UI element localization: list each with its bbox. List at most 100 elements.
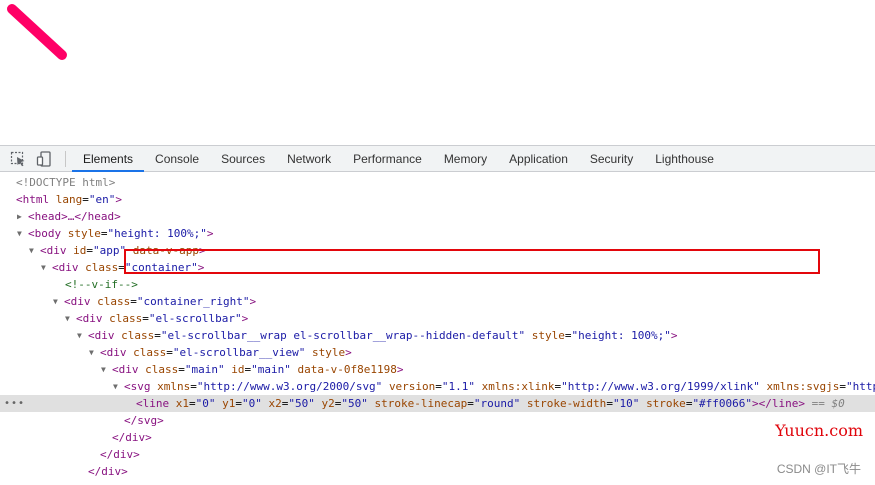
tab-application[interactable]: Application <box>498 146 579 172</box>
tab-console[interactable]: Console <box>144 146 210 172</box>
tag-div: <div <box>40 244 67 257</box>
attr-name: class <box>121 329 155 342</box>
attr-name: data-v-0f8e1198 <box>297 363 397 376</box>
collapse-triangle-icon[interactable]: ▼ <box>53 293 64 310</box>
devtools-tabbar: Elements Console Sources Network Performance… <box>0 145 875 172</box>
attr-name: class <box>85 261 119 274</box>
tag-line-close: ></line> <box>752 397 806 410</box>
attr-name: class <box>97 295 131 308</box>
attr-value: "el-scrollbar__view" <box>172 346 306 359</box>
dom-node-doctype[interactable]: <!DOCTYPE html> <box>0 174 875 191</box>
tag-svg: <svg <box>124 380 151 393</box>
expand-triangle-icon[interactable]: ▶ <box>17 208 28 225</box>
attr-name: lang <box>55 193 83 206</box>
dom-node-line-selected[interactable]: ••• <line x1="0" y1="0" x2="50" y2="50" … <box>0 395 875 412</box>
collapse-triangle-icon[interactable]: ▼ <box>77 327 88 344</box>
tag-div-close: </div> <box>112 431 152 444</box>
attr-name: x2 <box>268 397 282 410</box>
device-toolbar-icon[interactable] <box>36 151 52 167</box>
dom-node-container-right[interactable]: ▼ <div class="container_right"> <box>0 293 875 310</box>
devtools-panel: Elements Console Sources Network Performance… <box>0 145 875 485</box>
attr-value: "round" <box>473 397 521 410</box>
tag-line: <line <box>136 397 170 410</box>
dom-node-comment[interactable]: <!--v-if--> <box>0 276 875 293</box>
attr-value: "el-scrollbar__wrap el-scrollbar__wrap--… <box>160 329 526 342</box>
attr-name: stroke-linecap <box>374 397 468 410</box>
tag-head: <head>…</head> <box>28 210 121 223</box>
attr-value: "el-scrollbar" <box>148 312 242 325</box>
tab-performance[interactable]: Performance <box>342 146 433 172</box>
attr-value: "10" <box>612 397 640 410</box>
dom-node-head[interactable]: ▶ <head>…</head> <box>0 208 875 225</box>
collapse-triangle-icon[interactable]: ▼ <box>65 310 76 327</box>
doctype-text: <!DOCTYPE html> <box>16 176 116 189</box>
dom-node-html[interactable]: <html lang="en"> <box>0 191 875 208</box>
attr-name: version <box>388 380 436 393</box>
tab-security[interactable]: Security <box>579 146 644 172</box>
attr-name: style <box>67 227 101 240</box>
collapse-triangle-icon[interactable]: ▼ <box>89 344 100 361</box>
tab-elements[interactable]: Elements <box>72 146 145 172</box>
attr-name: class <box>133 346 167 359</box>
dom-node-app[interactable]: ▼ <div id="app" data-v-app> <box>0 242 875 259</box>
collapse-triangle-icon[interactable]: ▼ <box>41 259 52 276</box>
row-options-icon[interactable]: ••• <box>4 395 25 412</box>
tag-div: <div <box>100 346 127 359</box>
attr-value: "http <box>845 380 875 393</box>
attr-name: style <box>531 329 565 342</box>
toolbar-separator <box>65 151 66 167</box>
attr-value: "50" <box>341 397 368 410</box>
dom-node-div-close[interactable]: </div> <box>0 429 875 446</box>
dom-node-svg-close[interactable]: </svg> <box>0 412 875 429</box>
attr-name: class <box>145 363 179 376</box>
tab-sources[interactable]: Sources <box>210 146 276 172</box>
tab-network[interactable]: Network <box>276 146 342 172</box>
dom-node-container[interactable]: ▼ <div class="container"> <box>0 259 875 276</box>
watermark-yuucn: Yuucn.com <box>775 421 863 440</box>
attr-value: "en" <box>88 193 116 206</box>
inspect-element-icon[interactable] <box>10 151 26 167</box>
attr-value: "#ff0066" <box>692 397 753 410</box>
dom-node-svg[interactable]: ▼ <svg xmlns="http://www.w3.org/2000/svg"… <box>0 378 875 395</box>
tag-div: <div <box>52 261 79 274</box>
selected-node-ref: == $0 <box>811 397 845 410</box>
watermark-csdn: CSDN @IT飞牛 <box>776 462 861 476</box>
attr-value: "main" <box>251 363 291 376</box>
attr-value: "app" <box>93 244 127 257</box>
attr-value: "50" <box>288 397 315 410</box>
attr-value: "main" <box>184 363 225 376</box>
dom-node-scrollbar-view[interactable]: ▼ <div class="el-scrollbar__view" style> <box>0 344 875 361</box>
attr-name: xmlns:svgjs <box>766 380 840 393</box>
collapse-triangle-icon[interactable]: ▼ <box>113 378 124 395</box>
dom-node-main[interactable]: ▼ <div class="main" id="main" data-v-0f8e… <box>0 361 875 378</box>
preview-svg <box>7 4 67 60</box>
dom-node-body[interactable]: ▼ <body style="height: 100%;"> <box>0 225 875 242</box>
pink-line <box>7 4 67 60</box>
attr-value: "height: 100%;" <box>571 329 671 342</box>
tag-body: <body <box>28 227 62 240</box>
attr-value: "0" <box>242 397 262 410</box>
tag-div-close: </div> <box>100 448 140 461</box>
tag-div: <div <box>112 363 139 376</box>
dom-node-el-scrollbar[interactable]: ▼ <div class="el-scrollbar"> <box>0 310 875 327</box>
attr-name: y2 <box>321 397 335 410</box>
page-preview <box>0 0 875 145</box>
dom-node-scrollbar-wrap[interactable]: ▼ <div class="el-scrollbar__wrap el-scrol… <box>0 327 875 344</box>
collapse-triangle-icon[interactable]: ▼ <box>29 242 40 259</box>
attr-value: "0" <box>195 397 216 410</box>
tag-html: <html <box>16 193 50 206</box>
devtools-tabs: Elements Console Sources Network Performance… <box>72 146 725 172</box>
attr-name: stroke <box>646 397 686 410</box>
attr-name: style <box>311 346 346 359</box>
collapse-triangle-icon[interactable]: ▼ <box>17 225 28 242</box>
attr-name: x1 <box>175 397 189 410</box>
dom-node-div-close[interactable]: </div> <box>0 463 875 480</box>
collapse-triangle-icon[interactable]: ▼ <box>101 361 112 378</box>
tab-memory[interactable]: Memory <box>433 146 498 172</box>
dom-node-div-close[interactable]: </div> <box>0 446 875 463</box>
tab-lighthouse[interactable]: Lighthouse <box>644 146 725 172</box>
attr-name: data-v-app <box>132 244 199 257</box>
attr-value: "http://www.w3.org/1999/xlink" <box>561 380 760 393</box>
dom-tree: <!DOCTYPE html> <html lang="en"> ▶ <head>… <box>0 174 875 485</box>
tag-svg-close: </svg> <box>124 414 164 427</box>
